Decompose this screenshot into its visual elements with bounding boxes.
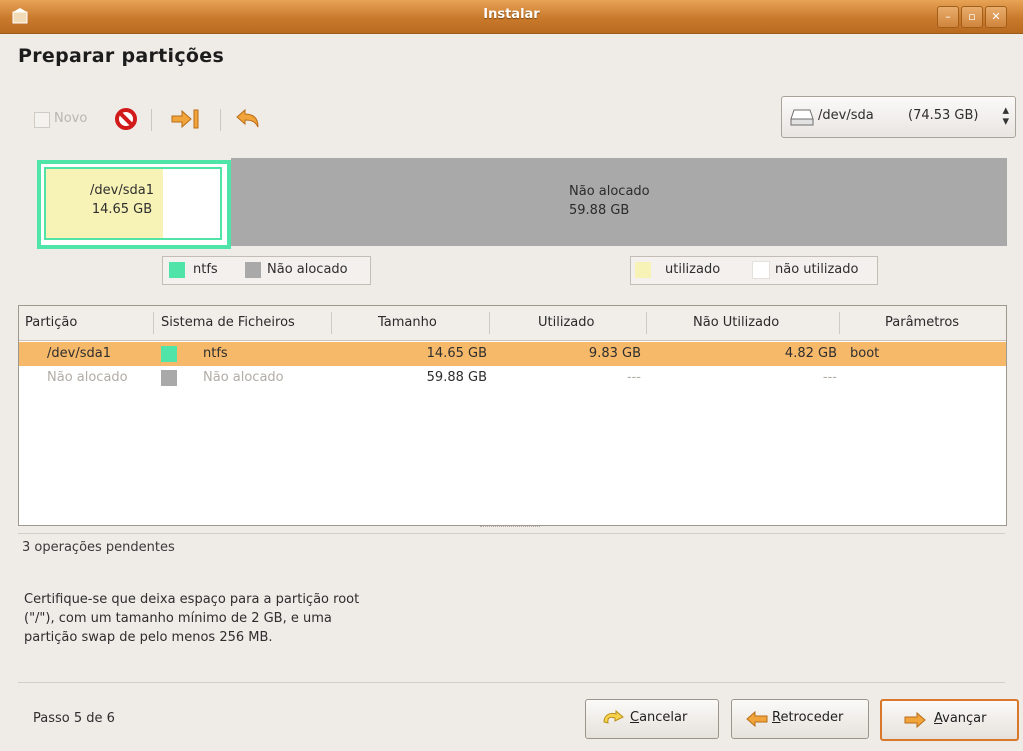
partition-block-inner: /dev/sda1 14.65 GB <box>44 167 222 240</box>
column-header-used[interactable]: Utilizado <box>538 306 594 340</box>
pane-resize-handle[interactable] <box>480 526 540 529</box>
partition-block-text: /dev/sda1 14.65 GB <box>90 181 154 219</box>
undo-icon <box>236 108 259 128</box>
legend-label: não utilizado <box>775 262 859 277</box>
toolbar-separator <box>220 109 221 131</box>
arrow-right-icon <box>904 711 926 729</box>
close-button[interactable]: ✕ <box>985 6 1007 28</box>
column-separator <box>153 312 154 334</box>
legend-label: utilizado <box>665 262 721 277</box>
undo-button[interactable] <box>234 103 264 135</box>
column-separator <box>839 312 840 334</box>
table-row[interactable]: Não alocado Não alocado 59.88 GB --- --- <box>19 366 1006 390</box>
partition-block-size: 14.65 GB <box>91 202 153 217</box>
delete-icon <box>115 108 137 130</box>
filesystem-legend: ntfs Não alocado <box>162 256 371 285</box>
cell-partition: Não alocado <box>47 370 128 385</box>
cell-partition: /dev/sda1 <box>47 346 111 361</box>
page-title: Preparar partições <box>18 45 225 67</box>
spinner-arrows-icon: ▴ ▾ <box>1002 103 1009 129</box>
legend-swatch <box>635 262 651 278</box>
info-message: Certifique-se que deixa espaço para a pa… <box>24 590 454 647</box>
window-title: Instalar <box>483 7 540 22</box>
unallocated-block-size: 59.88 GB <box>569 203 630 218</box>
partition-block-sda1[interactable]: /dev/sda1 14.65 GB <box>37 160 231 249</box>
divider <box>18 533 1005 534</box>
filesystem-color-swatch <box>161 346 177 362</box>
back-button[interactable]: Retroceder <box>731 699 869 739</box>
cell-size: 14.65 GB <box>426 346 487 361</box>
info-line: Certifique-se que deixa espaço para a pa… <box>24 592 360 607</box>
legend-swatch <box>752 261 770 279</box>
usage-legend: utilizado não utilizado <box>630 256 878 285</box>
cell-size: 59.88 GB <box>426 370 487 385</box>
cell-filesystem: Não alocado <box>203 370 284 385</box>
cell-used: 9.83 GB <box>588 346 641 361</box>
cancel-label: Cancelar <box>630 710 688 725</box>
delete-partition-button[interactable] <box>114 103 140 135</box>
column-header-partition[interactable]: Partição <box>25 306 77 340</box>
filesystem-color-swatch <box>161 370 177 386</box>
cell-unused: 4.82 GB <box>784 346 837 361</box>
forward-button[interactable]: Avançar <box>880 699 1019 741</box>
cell-filesystem: ntfs <box>203 346 228 361</box>
device-size: (74.53 GB) <box>908 108 979 123</box>
legend-label: ntfs <box>193 262 218 277</box>
table-header: Partição Sistema de Ficheiros Tamanho Ut… <box>19 306 1006 341</box>
unallocated-block-text: Não alocado 59.88 GB <box>569 182 650 220</box>
step-indicator: Passo 5 de 6 <box>33 711 115 726</box>
arrow-left-icon <box>746 710 768 728</box>
cancel-button[interactable]: Cancelar <box>585 699 719 739</box>
forward-label: Avançar <box>934 711 987 726</box>
info-line: partição swap de pelo menos 256 MB. <box>24 630 273 645</box>
edit-partition-button[interactable] <box>170 103 204 135</box>
column-header-size[interactable]: Tamanho <box>378 306 437 340</box>
partition-table[interactable]: Partição Sistema de Ficheiros Tamanho Ut… <box>18 305 1007 526</box>
legend-swatch <box>169 262 185 278</box>
column-header-unused[interactable]: Não Utilizado <box>693 306 779 340</box>
legend-swatch <box>245 262 261 278</box>
new-partition-icon <box>34 112 50 128</box>
cell-unused: --- <box>822 370 837 385</box>
info-line: ("/"), com um tamanho mínimo de 2 GB, e … <box>24 611 332 626</box>
new-partition-label: Novo <box>54 111 88 126</box>
back-label: Retroceder <box>772 710 844 725</box>
table-row[interactable]: /dev/sda1 ntfs 14.65 GB 9.83 GB 4.82 GB … <box>19 342 1006 366</box>
minimize-button[interactable]: – <box>937 6 959 28</box>
column-header-parameters[interactable]: Parâmetros <box>885 306 959 340</box>
maximize-button[interactable]: ▫ <box>961 6 983 28</box>
partition-block-name: /dev/sda1 <box>90 183 154 198</box>
legend-label: Não alocado <box>267 262 348 277</box>
cell-used: --- <box>626 370 641 385</box>
new-partition-button[interactable]: Novo <box>30 103 100 135</box>
divider <box>18 682 1005 683</box>
pending-operations[interactable]: 3 operações pendentes <box>22 540 175 555</box>
partition-bar: /dev/sda1 14.65 GB Não alocado 59.88 GB <box>33 156 1007 249</box>
device-select[interactable]: /dev/sda (74.53 GB) ▴ ▾ <box>781 96 1016 138</box>
device-name: /dev/sda <box>818 108 874 123</box>
column-separator <box>331 312 332 334</box>
arrow-to-bar-icon <box>171 109 199 129</box>
column-separator <box>646 312 647 334</box>
toolbar-separator <box>151 109 152 131</box>
cancel-icon <box>603 710 624 724</box>
unallocated-block-name: Não alocado <box>569 184 650 199</box>
column-separator <box>489 312 490 334</box>
cell-parameters: boot <box>850 346 880 361</box>
partition-block-unallocated[interactable]: Não alocado 59.88 GB <box>231 158 1007 246</box>
window-titlebar[interactable]: Instalar – ▫ ✕ <box>0 0 1023 34</box>
harddisk-icon <box>790 109 814 126</box>
column-header-filesystem[interactable]: Sistema de Ficheiros <box>161 306 295 340</box>
